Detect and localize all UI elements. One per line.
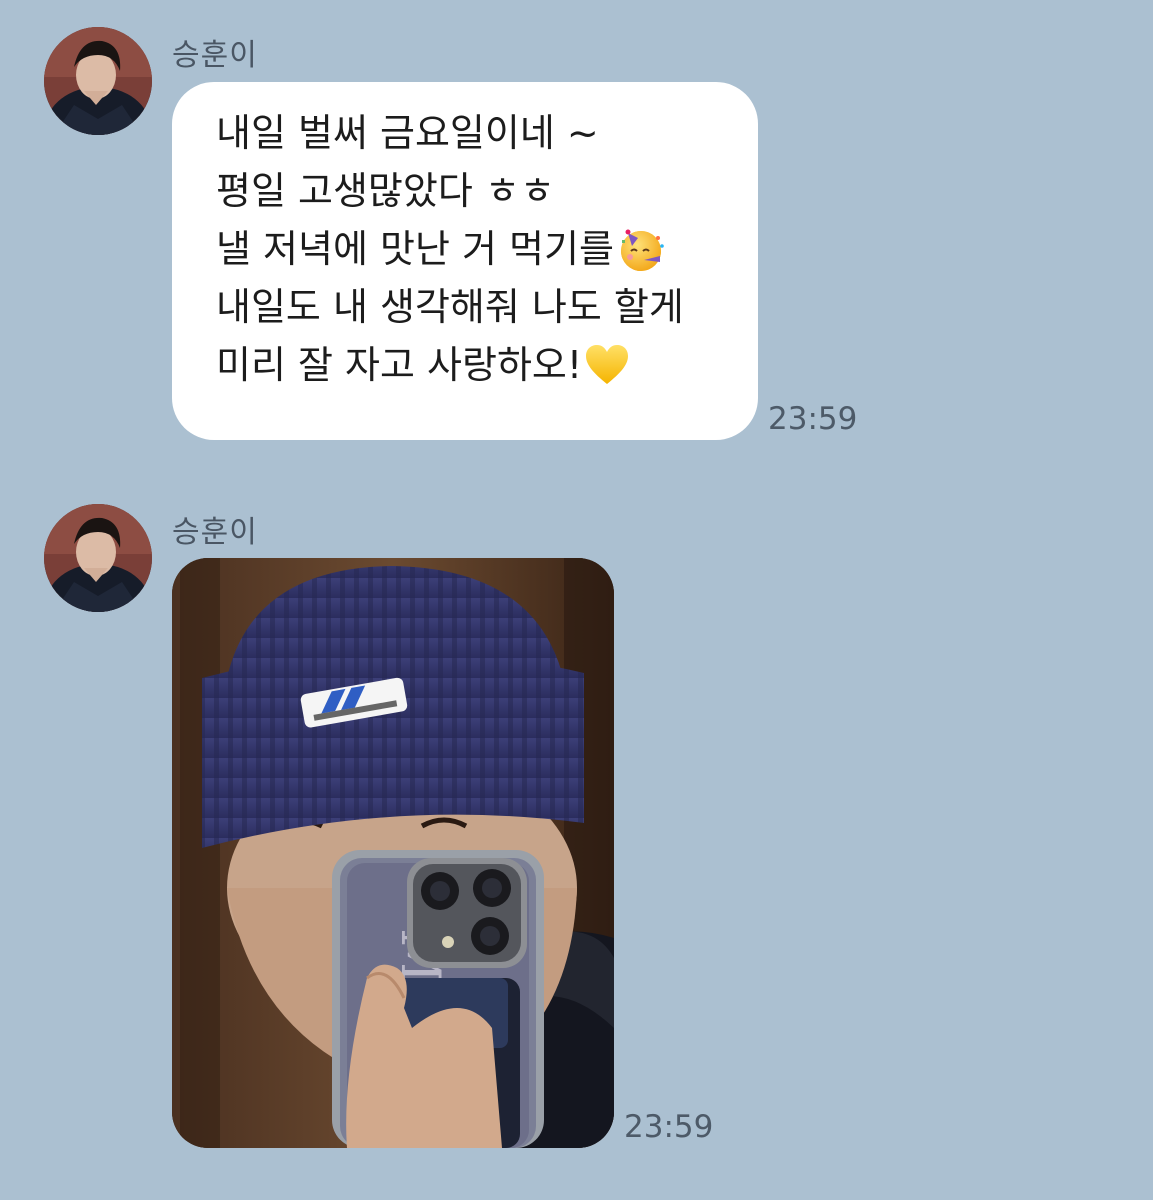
yellow-heart-icon — [584, 342, 630, 388]
message-line: 내일도 내 생각해줘 나도 할게 — [216, 278, 718, 336]
message-line: 평일 고생많았다 ㅎㅎ — [216, 162, 718, 220]
message-timestamp: 23:59 — [624, 1109, 714, 1145]
avatar[interactable] — [44, 27, 152, 135]
sender-name: 승훈이 — [172, 515, 258, 550]
message-text: 미리 잘 자고 사랑하오! — [216, 343, 583, 387]
avatar[interactable] — [44, 504, 152, 612]
message-line: 내일 벌써 금요일이네 ~ — [216, 104, 718, 162]
sender-name: 승훈이 — [172, 38, 258, 73]
message-line: 낼 저녁에 맛난 거 먹기를 — [216, 220, 718, 278]
message-text: 내일도 내 생각해줘 나도 할게 — [216, 285, 684, 329]
partying-face-icon — [616, 224, 666, 274]
message-bubble[interactable]: 내일 벌써 금요일이네 ~ 평일 고생많았다 ㅎㅎ 낼 저녁에 맛난 거 먹기를 — [172, 82, 758, 440]
photo-message[interactable]: MS — [172, 558, 614, 1148]
message-text: 내일 벌써 금요일이네 ~ — [216, 111, 599, 155]
message-line: 미리 잘 자고 사랑하오! — [216, 336, 718, 394]
message-timestamp: 23:59 — [768, 401, 858, 437]
message-text: 평일 고생많았다 ㅎㅎ — [216, 169, 555, 213]
message-text: 낼 저녁에 맛난 거 먹기를 — [216, 227, 614, 271]
